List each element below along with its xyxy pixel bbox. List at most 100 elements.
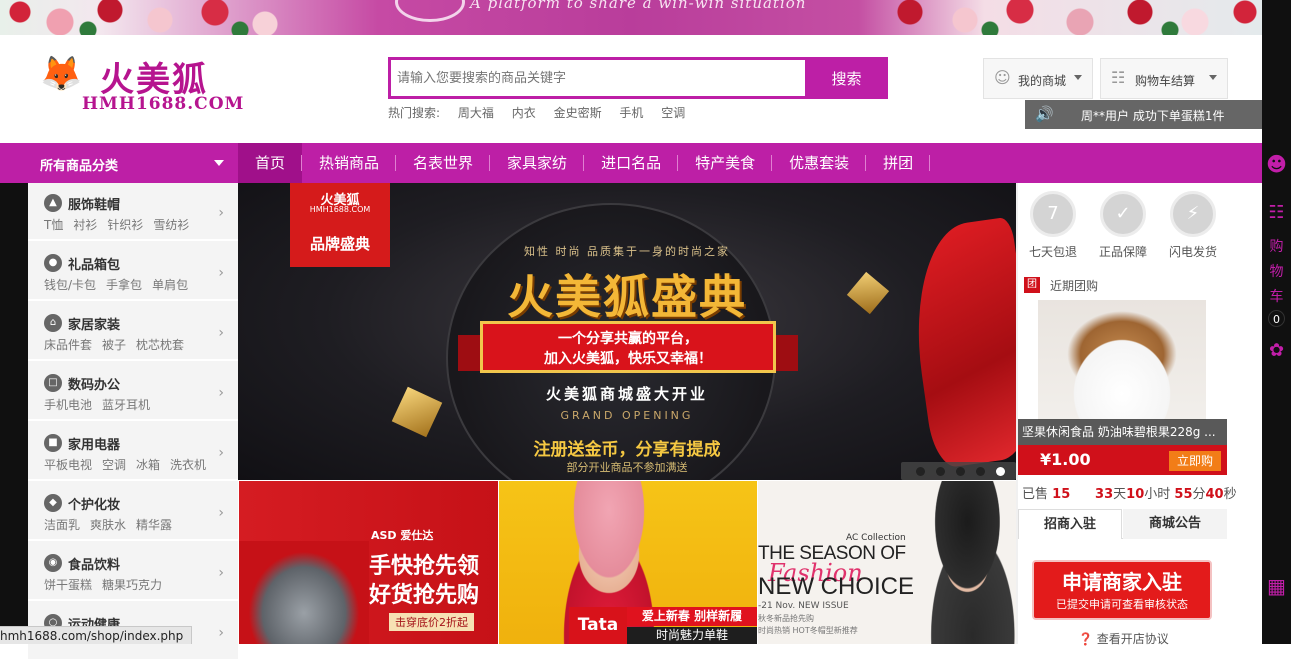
shoes-promo-banner[interactable]: Tata 爱上新春 别样新履 时尚魅力单鞋	[499, 481, 757, 644]
fashion-promo-banner[interactable]: AC Collection THE SEASON OF Fashion NEW …	[758, 481, 1016, 644]
subcategory-link[interactable]: 手机电池	[44, 398, 92, 412]
cookware-promo-banner[interactable]: ASD 爱仕达 手快抢先领 好货抢先购 击穿底价2折起	[239, 481, 498, 644]
subcategory-link[interactable]: 床品件套	[44, 338, 92, 352]
subcategory-link[interactable]: 手拿包	[106, 278, 142, 292]
subcategory-link[interactable]: 平板电视	[44, 458, 92, 472]
banner-note: 部分开业商品不参加满送	[566, 461, 688, 474]
subcategory-link[interactable]: 针织衫	[107, 218, 143, 232]
subcategory-link[interactable]: 蓝牙耳机	[102, 398, 150, 412]
carousel-dot[interactable]	[956, 467, 965, 476]
hot-search: 热门搜索: 周大福 内衣 金史密斯 手机 空调	[388, 104, 699, 121]
cosmetics-icon: ◆	[44, 494, 62, 512]
footprint-icon[interactable]: ✿	[1262, 340, 1291, 361]
service-label: 正品保障	[1098, 245, 1147, 259]
category-item[interactable]: ■ 家用电器 平板电视 空调 冰箱 洗衣机 ›	[28, 423, 238, 481]
cookware-line-1: 手快抢先领	[369, 554, 480, 579]
category-item[interactable]: ◆ 个护化妆 洁面乳 爽肤水 精华露 ›	[28, 483, 238, 541]
nav-item-home[interactable]: 首页	[238, 143, 303, 183]
tab-mall-notice[interactable]: 商城公告	[1123, 509, 1227, 539]
subcategory-link[interactable]: 空调	[102, 458, 126, 472]
sidebar-cart-label-3[interactable]: 车	[1262, 286, 1291, 306]
group-price: ¥1.00	[1040, 450, 1091, 469]
all-categories-dropdown[interactable]: 所有商品分类	[30, 143, 238, 183]
nav-item-food[interactable]: 特产美食	[678, 143, 773, 183]
group-product-name[interactable]: 坚果休闲食品 奶油味碧根果228g ...	[1018, 419, 1227, 445]
carousel-dot[interactable]	[996, 467, 1005, 476]
category-menu: ▲ 服饰鞋帽 T恤 衬衫 针织衫 雪纺衫 › ● 礼品箱包 钱包/卡包 手拿包 单肩包 ›…	[28, 183, 238, 661]
top-flower-banner[interactable]: A platform to share a win-win situation	[0, 0, 1262, 35]
subcategory-link[interactable]: 衬衫	[73, 218, 97, 232]
subcategory-link[interactable]: 洗衣机	[170, 458, 206, 472]
subcategory-link[interactable]: 被子	[102, 338, 126, 352]
category-subs: 平板电视 空调 冰箱 洗衣机	[44, 456, 216, 473]
carousel-dot[interactable]	[936, 467, 945, 476]
service-seven-day[interactable]: 7 七天包退	[1028, 191, 1078, 260]
countdown-hours: 10	[1126, 487, 1145, 502]
subcategory-link[interactable]: 钱包/卡包	[44, 278, 96, 292]
banner-grand-opening: GRAND OPENING	[560, 409, 694, 422]
my-mall-button[interactable]: ☺ 我的商城	[983, 58, 1093, 99]
hot-search-label: 热门搜索:	[388, 106, 441, 120]
cart-icon[interactable]: ☷	[1262, 202, 1291, 223]
tab-merchant-join[interactable]: 招商入驻	[1018, 509, 1122, 539]
carousel-dot[interactable]	[916, 467, 925, 476]
info-tabs: 招商入驻 商城公告	[1018, 509, 1227, 539]
group-product-image[interactable]	[1038, 300, 1206, 420]
subcategory-link[interactable]: 洁面乳	[44, 518, 80, 532]
brand-tag-site: HMH1688.COM	[309, 205, 371, 214]
search-button[interactable]: 搜索	[805, 57, 888, 99]
subcategory-link[interactable]: 糖果巧克力	[102, 578, 162, 592]
cart-checkout-label: 购物车结算	[1135, 74, 1196, 88]
category-item[interactable]: ▲ 服饰鞋帽 T恤 衬衫 针织衫 雪纺衫 ›	[28, 183, 238, 241]
nav-item-imports[interactable]: 进口名品	[584, 143, 679, 183]
nav-item-packages[interactable]: 优惠套装	[772, 143, 867, 183]
nav-item-group[interactable]: 拼团	[866, 143, 931, 183]
service-genuine[interactable]: ✓ 正品保障	[1098, 191, 1148, 260]
category-name: 个护化妆	[68, 498, 121, 513]
cart-checkout-button[interactable]: ☷ 购物车结算	[1100, 58, 1228, 99]
category-name: 服饰鞋帽	[68, 198, 121, 213]
nav-item-watches[interactable]: 名表世界	[396, 143, 491, 183]
hot-keyword[interactable]: 内衣	[512, 106, 536, 120]
cart-icon: ☷	[1111, 68, 1126, 87]
subcategory-link[interactable]: T恤	[44, 218, 63, 232]
service-fast-delivery[interactable]: ⚡ 闪电发货	[1168, 191, 1218, 260]
appliance-icon: ■	[44, 434, 62, 452]
qrcode-icon[interactable]: ▦	[1262, 574, 1291, 598]
category-item[interactable]: ⌂ 家居家装 床品件套 被子 枕芯枕套 ›	[28, 303, 238, 361]
subcategory-link[interactable]: 冰箱	[136, 458, 160, 472]
speaker-icon: 🔊	[1035, 105, 1054, 123]
buy-now-button[interactable]: 立即购	[1169, 451, 1221, 471]
view-agreement-link[interactable]: ❓ 查看开店协议	[1078, 630, 1169, 647]
subcategory-link[interactable]: 枕芯枕套	[136, 338, 184, 352]
category-name: 家用电器	[68, 438, 121, 453]
hot-keyword[interactable]: 金史密斯	[554, 106, 602, 120]
shoes-line-2: 时尚魅力单鞋	[627, 627, 757, 644]
subcategory-link[interactable]: 单肩包	[152, 278, 188, 292]
apply-merchant-button[interactable]: 申请商家入驻 已提交申请可查看审核状态	[1032, 560, 1212, 620]
sidebar-cart-label-1[interactable]: 购	[1262, 236, 1291, 256]
category-item[interactable]: ● 礼品箱包 钱包/卡包 手拿包 单肩包 ›	[28, 243, 238, 301]
carousel-dot[interactable]	[976, 467, 985, 476]
nav-item-hot[interactable]: 热销商品	[302, 143, 397, 183]
subcategory-link[interactable]: 饼干蛋糕	[44, 578, 92, 592]
search-input[interactable]	[391, 60, 806, 96]
nav-item-furniture[interactable]: 家具家纺	[490, 143, 585, 183]
group-buy-title: 近期团购	[1050, 279, 1099, 293]
hot-keyword[interactable]: 空调	[661, 106, 685, 120]
category-item[interactable]: ◉ 食品饮料 饼干蛋糕 糖果巧克力 ›	[28, 543, 238, 601]
subcategory-link[interactable]: 雪纺衫	[153, 218, 189, 232]
site-logo[interactable]: 🦊 火美狐 HMH1688.COM	[40, 52, 243, 122]
user-icon[interactable]: ☻	[1262, 152, 1291, 176]
subcategory-link[interactable]: 精华露	[136, 518, 172, 532]
sold-count: 15	[1052, 487, 1071, 502]
subcategory-link[interactable]: 爽肤水	[90, 518, 126, 532]
sidebar-cart-label-2[interactable]: 物	[1262, 261, 1291, 281]
sold-label: 已售	[1022, 487, 1049, 502]
category-item[interactable]: □ 数码办公 手机电池 蓝牙耳机 ›	[28, 363, 238, 421]
hot-keyword[interactable]: 周大福	[458, 106, 494, 120]
main-carousel-banner[interactable]: 火美狐 HMH1688.COM 品牌盛典 知性 时尚 品质集于一身的时尚之家 火…	[238, 183, 1016, 480]
nav-items: 首页 热销商品 名表世界 家具家纺 进口名品 特产美食 优惠套装 拼团	[238, 143, 931, 183]
hot-keyword[interactable]: 手机	[619, 106, 643, 120]
group-price-bar: ¥1.00 立即购	[1018, 445, 1227, 475]
